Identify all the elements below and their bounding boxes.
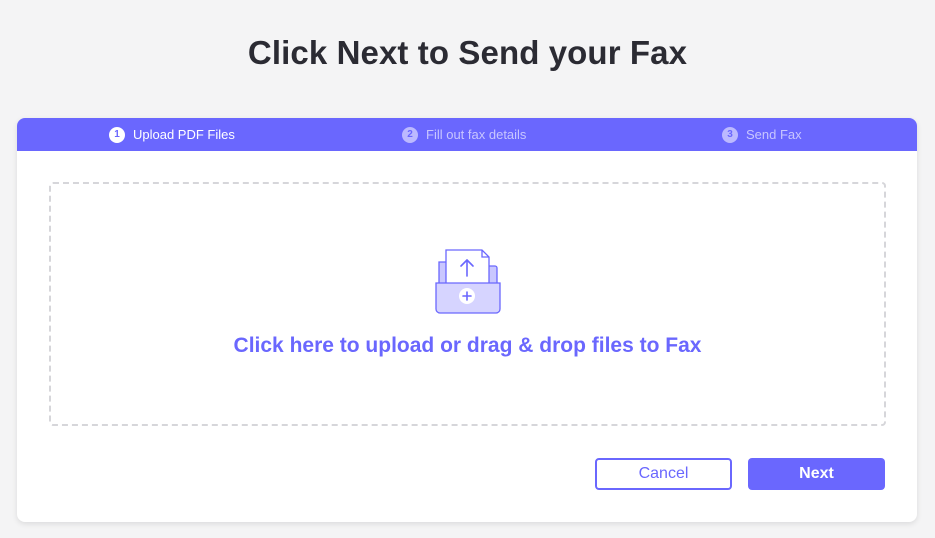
step-label: Upload PDF Files: [133, 127, 235, 142]
upload-card: 1 Upload PDF Files 2 Fill out fax detail…: [17, 118, 917, 522]
step-upload-pdf-files: 1 Upload PDF Files: [109, 118, 235, 151]
step-label: Fill out fax details: [426, 127, 527, 142]
step-fill-out-fax-details: 2 Fill out fax details: [402, 118, 526, 151]
step-label: Send Fax: [746, 127, 802, 142]
page-title: Click Next to Send your Fax: [247, 34, 688, 71]
dropzone-instruction[interactable]: Click here to upload or drag & drop file…: [51, 334, 884, 358]
next-button[interactable]: Next: [748, 458, 885, 490]
steps-bar: 1 Upload PDF Files 2 Fill out fax detail…: [17, 118, 917, 151]
step-send-fax: 3 Send Fax: [722, 118, 802, 151]
cancel-button[interactable]: Cancel: [595, 458, 732, 490]
step-number: 2: [402, 126, 418, 143]
step-number: 3: [722, 126, 738, 143]
file-dropzone[interactable]: Click here to upload or drag & drop file…: [49, 182, 886, 426]
step-number: 1: [109, 126, 125, 143]
upload-folder-icon: [435, 249, 501, 314]
